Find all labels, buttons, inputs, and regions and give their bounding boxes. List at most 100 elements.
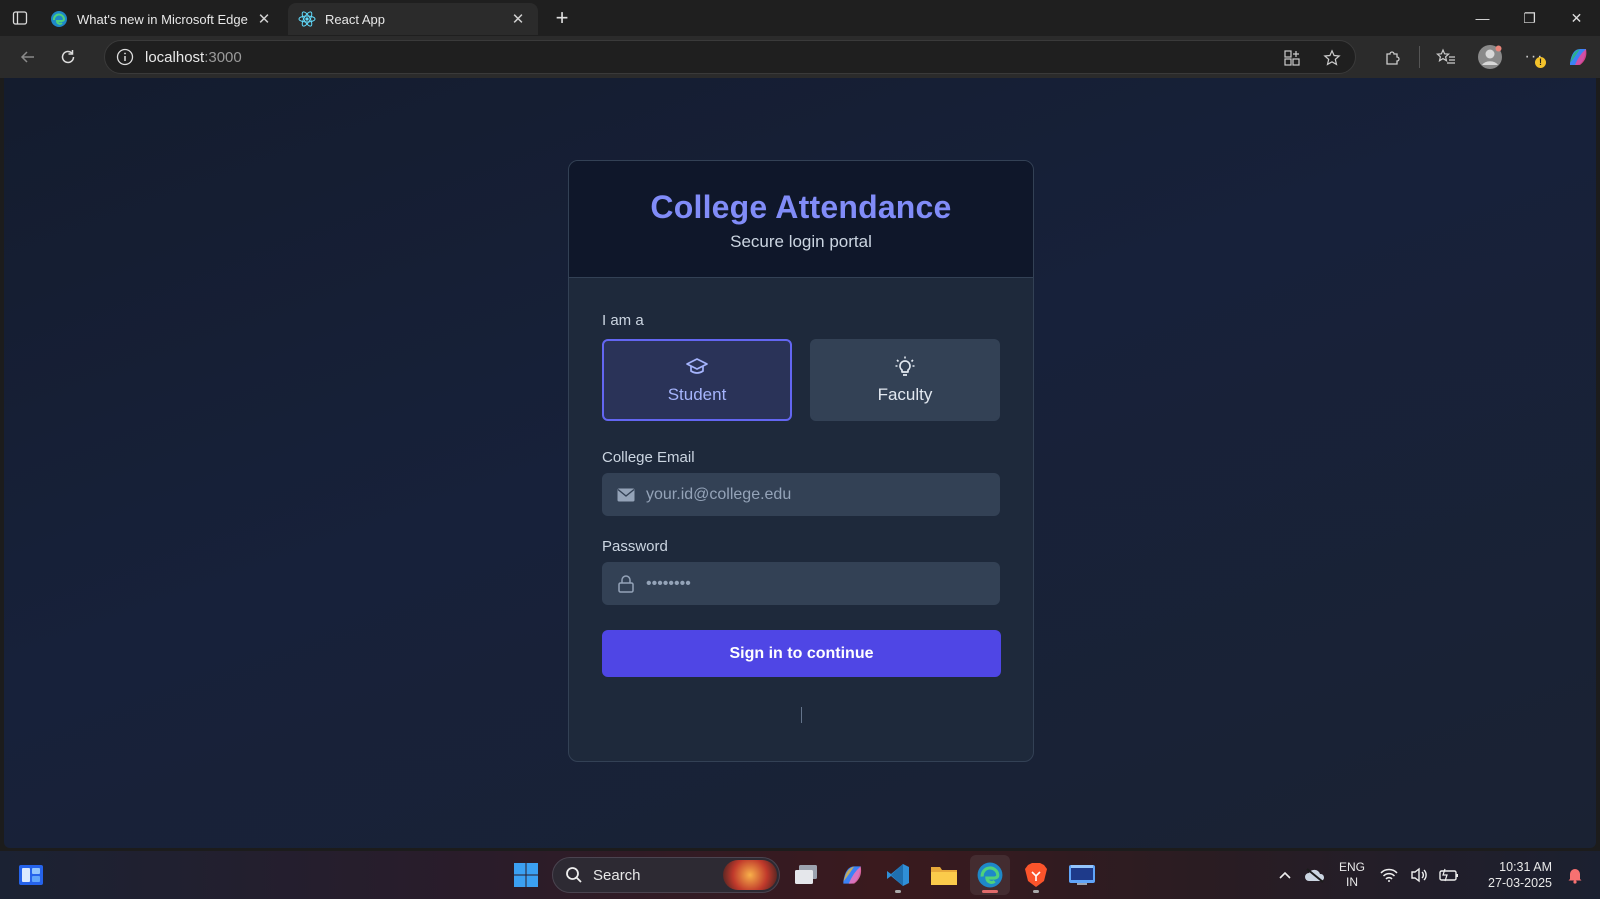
- react-icon: [298, 11, 316, 27]
- copilot-icon: [1570, 49, 1587, 65]
- running-indicator: [982, 890, 998, 893]
- monitor-icon: [1069, 865, 1095, 885]
- back-arrow-icon: [20, 51, 34, 63]
- language-code: ENG: [1338, 860, 1365, 874]
- onedrive-offline-icon[interactable]: [1300, 855, 1330, 895]
- tab-bar: What's new in Microsoft Edge ✕ React App…: [0, 0, 1600, 36]
- page-subtitle: Secure login portal: [730, 232, 872, 251]
- role-label: I am a: [602, 312, 644, 329]
- profile-button[interactable]: [1468, 39, 1512, 75]
- region-code: IN: [1346, 875, 1358, 889]
- tab-actions-button[interactable]: [0, 0, 40, 36]
- edge-icon: [51, 11, 67, 27]
- lightbulb-icon: [895, 356, 915, 376]
- login-form: I am a Student Faculty College Email Pas…: [569, 312, 1033, 723]
- search-icon: [566, 867, 582, 883]
- url-host: localhost: [145, 48, 205, 66]
- input-language-indicator[interactable]: ENG IN: [1330, 860, 1374, 890]
- role-selector: Student Faculty: [602, 339, 1000, 421]
- notification-bell-icon[interactable]: [1560, 855, 1590, 895]
- login-header: College Attendance Secure login portal: [569, 161, 1033, 278]
- favorites-list-icon: [1436, 48, 1455, 64]
- copilot-icon: [843, 866, 862, 884]
- avatar-icon: [1478, 45, 1502, 69]
- page-viewport: College Attendance Secure login portal I…: [4, 78, 1596, 848]
- brave-app[interactable]: [1016, 855, 1056, 895]
- taskbar-clock[interactable]: 10:31 AM 27-03-2025: [1478, 859, 1552, 891]
- tab-actions-icon: [12, 11, 28, 25]
- search-label: Search: [593, 866, 641, 884]
- running-indicator: [1033, 890, 1039, 893]
- tab-title: What's new in Microsoft Edge: [77, 11, 248, 27]
- password-label: Password: [602, 538, 668, 555]
- task-view-icon: [795, 865, 817, 884]
- faculty-role-button[interactable]: Faculty: [810, 339, 1000, 421]
- close-tab-icon[interactable]: ✕: [254, 9, 274, 29]
- password-field[interactable]: [602, 562, 1000, 605]
- windows-logo-icon: [514, 863, 538, 887]
- page-title: College Attendance: [650, 189, 952, 225]
- site-info-icon[interactable]: [105, 48, 145, 66]
- tab-microsoft-edge[interactable]: What's new in Microsoft Edge ✕: [40, 3, 284, 35]
- clock-time: 10:31 AM: [1499, 860, 1552, 874]
- new-tab-button[interactable]: +: [544, 2, 580, 34]
- tab-title: React App: [325, 11, 385, 27]
- email-label: College Email: [602, 449, 695, 466]
- text-cursor: [800, 707, 802, 723]
- student-role-button[interactable]: Student: [602, 339, 792, 421]
- extensions-button[interactable]: [1371, 39, 1415, 75]
- close-window-icon[interactable]: ✕: [1553, 0, 1600, 36]
- copilot-app[interactable]: [832, 855, 872, 895]
- windows-taskbar: Search ENG IN 10:31 AM 27-03-2025: [0, 851, 1600, 899]
- volume-icon[interactable]: [1404, 855, 1434, 895]
- puzzle-icon: [1386, 51, 1400, 65]
- brave-lion-icon: [1025, 863, 1047, 887]
- address-bar[interactable]: localhost:3000: [104, 40, 1356, 74]
- refresh-icon: [61, 50, 75, 64]
- back-button[interactable]: [8, 39, 48, 75]
- edge-app[interactable]: [970, 855, 1010, 895]
- refresh-button[interactable]: [48, 39, 88, 75]
- terminal-app[interactable]: [1062, 855, 1102, 895]
- system-tray: ENG IN 10:31 AM 27-03-2025: [1270, 851, 1600, 899]
- sign-in-button[interactable]: Sign in to continue: [602, 630, 1001, 677]
- faculty-role-label: Faculty: [877, 385, 933, 404]
- battery-icon[interactable]: [1434, 855, 1464, 895]
- minimize-icon[interactable]: —: [1459, 0, 1506, 36]
- copilot-button[interactable]: [1556, 39, 1600, 75]
- vscode-icon: [887, 864, 909, 886]
- taskbar-search[interactable]: Search: [552, 857, 780, 893]
- running-indicator: [895, 890, 901, 893]
- email-field[interactable]: [602, 473, 1000, 516]
- password-input[interactable]: [646, 574, 966, 593]
- email-input[interactable]: [646, 485, 966, 504]
- file-explorer-app[interactable]: [924, 855, 964, 895]
- url-port: :3000: [204, 48, 242, 66]
- graduation-cap-icon: [686, 358, 708, 374]
- favorites-button[interactable]: [1424, 39, 1468, 75]
- restore-icon[interactable]: ❐: [1506, 0, 1553, 36]
- widgets-icon[interactable]: [18, 863, 44, 887]
- student-role-label: Student: [667, 385, 727, 404]
- show-hidden-icons-chevron-icon[interactable]: [1270, 855, 1300, 895]
- settings-more-button[interactable]: ··· !: [1512, 39, 1556, 75]
- clock-date: 27-03-2025: [1488, 876, 1552, 890]
- start-button[interactable]: [506, 855, 546, 895]
- close-tab-icon[interactable]: ✕: [508, 9, 528, 29]
- login-card: College Attendance Secure login portal I…: [568, 160, 1034, 762]
- search-highlight-icon: [723, 860, 777, 890]
- browser-toolbar: localhost:3000 ··· !: [0, 36, 1600, 78]
- lock-icon: [616, 574, 636, 594]
- wifi-icon[interactable]: [1374, 855, 1404, 895]
- window-controls: — ❐ ✕: [1459, 0, 1600, 36]
- envelope-icon: [616, 485, 636, 505]
- favorite-star-icon[interactable]: [1321, 47, 1343, 69]
- tab-react-app[interactable]: React App ✕: [288, 3, 538, 35]
- app-available-icon[interactable]: [1281, 47, 1303, 69]
- task-view-button[interactable]: [786, 855, 826, 895]
- vscode-app[interactable]: [878, 855, 918, 895]
- url-text: localhost:3000: [145, 49, 242, 66]
- toolbar-separator: [1419, 46, 1420, 68]
- warning-badge-icon: !: [1535, 57, 1546, 68]
- folder-icon: [931, 867, 957, 885]
